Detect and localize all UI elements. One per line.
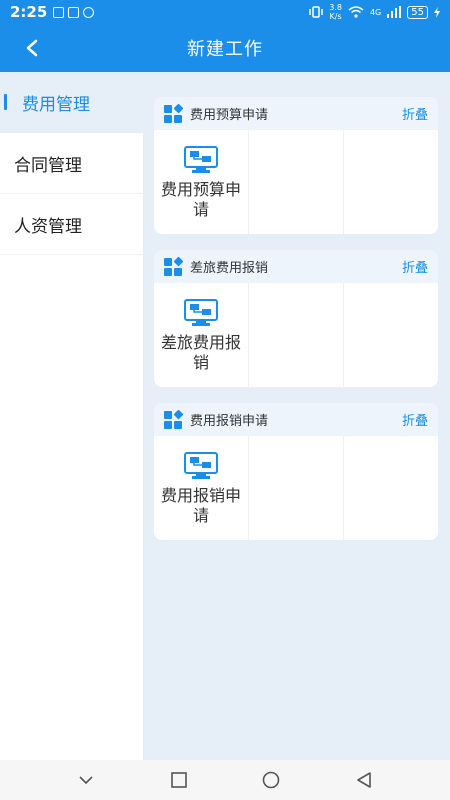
section-budget: 费用预算申请 折叠 费用预算申请 xyxy=(154,97,438,234)
section-title: 费用预算申请 xyxy=(190,108,269,123)
alarm-icon xyxy=(83,6,95,18)
page-title: 新建工作 xyxy=(187,39,263,60)
triangle-back-icon xyxy=(356,772,371,788)
section-reimbursement: 费用报销申请 折叠 费用报销申请 xyxy=(154,403,438,540)
hide-keyboard-button[interactable] xyxy=(68,765,104,795)
empty-cell xyxy=(249,283,344,387)
title-bar: 新建工作 xyxy=(0,24,450,72)
back-arrow-icon xyxy=(26,39,38,57)
section-title: 费用报销申请 xyxy=(190,414,269,429)
sidebar-item-contract[interactable]: 合同管理 xyxy=(0,133,143,194)
battery-icon: 55 xyxy=(407,5,428,19)
grid-icon xyxy=(164,409,184,429)
nfc-icon xyxy=(68,6,80,18)
section-header: 差旅费用报销 折叠 xyxy=(154,250,438,283)
sidebar-item-label: 人资管理 xyxy=(14,216,82,237)
collapse-button[interactable]: 折叠 xyxy=(402,410,428,429)
section-body: 差旅费用报销 xyxy=(154,283,438,387)
system-nav-bar xyxy=(0,760,450,800)
section-header: 费用报销申请 折叠 xyxy=(154,403,438,436)
sidebar-item-label: 合同管理 xyxy=(14,155,82,176)
app-travel-reimbursement[interactable]: 差旅费用报销 xyxy=(154,283,249,387)
charging-icon xyxy=(434,6,440,18)
section-header: 费用预算申请 折叠 xyxy=(154,97,438,130)
grid-icon xyxy=(164,103,184,123)
status-time: 2:25 xyxy=(10,3,48,21)
category-sidebar: 费用管理 合同管理 人资管理 xyxy=(0,72,143,760)
network-type: 4G xyxy=(369,7,382,17)
collapse-button[interactable]: 折叠 xyxy=(402,257,428,276)
vibrate-icon xyxy=(309,6,323,18)
monitor-icon xyxy=(184,299,218,326)
collapse-button[interactable]: 折叠 xyxy=(402,104,428,123)
app-expense-reimbursement[interactable]: 费用报销申请 xyxy=(154,436,249,540)
section-body: 费用报销申请 xyxy=(154,436,438,540)
recents-button[interactable] xyxy=(161,765,197,795)
sidebar-item-label: 费用管理 xyxy=(22,95,90,115)
section-body: 费用预算申请 xyxy=(154,130,438,234)
empty-cell xyxy=(249,130,344,234)
section-title: 差旅费用报销 xyxy=(190,261,269,276)
message-icon xyxy=(53,6,65,18)
network-speed: 3.8 K/s xyxy=(329,3,342,21)
sidebar-item-expense[interactable]: 费用管理 xyxy=(0,72,143,133)
section-travel: 差旅费用报销 折叠 差旅费用报销 xyxy=(154,250,438,387)
status-bar: 2:25 3.8 K/s 4G 55 xyxy=(0,0,450,24)
empty-cell xyxy=(249,436,344,540)
speed-value: 3.8 xyxy=(329,3,342,12)
wifi-icon xyxy=(348,6,364,18)
square-icon xyxy=(170,772,187,788)
chevron-down-icon xyxy=(79,776,93,785)
app-budget-request[interactable]: 费用预算申请 xyxy=(154,130,249,234)
sidebar-item-hr[interactable]: 人资管理 xyxy=(0,194,143,255)
back-nav-button[interactable] xyxy=(346,765,382,795)
monitor-icon xyxy=(184,146,218,173)
grid-icon xyxy=(164,256,184,276)
home-button[interactable] xyxy=(253,765,289,795)
back-button[interactable] xyxy=(18,34,46,62)
notification-icons xyxy=(53,6,95,18)
empty-cell xyxy=(344,436,438,540)
signal-icon xyxy=(387,6,402,18)
empty-cell xyxy=(344,130,438,234)
app-label: 费用报销申请 xyxy=(161,486,242,525)
circle-icon xyxy=(262,771,280,789)
monitor-icon xyxy=(184,452,218,479)
app-label: 差旅费用报销 xyxy=(161,333,242,372)
status-right: 3.8 K/s 4G 55 xyxy=(309,3,440,21)
speed-unit: K/s xyxy=(329,12,342,21)
empty-cell xyxy=(344,283,438,387)
main-content: 费用预算申请 折叠 费用预算申请 差旅费用报销 折叠 差旅费用报销 费用报销申请… xyxy=(143,72,450,760)
app-label: 费用预算申请 xyxy=(161,180,242,219)
